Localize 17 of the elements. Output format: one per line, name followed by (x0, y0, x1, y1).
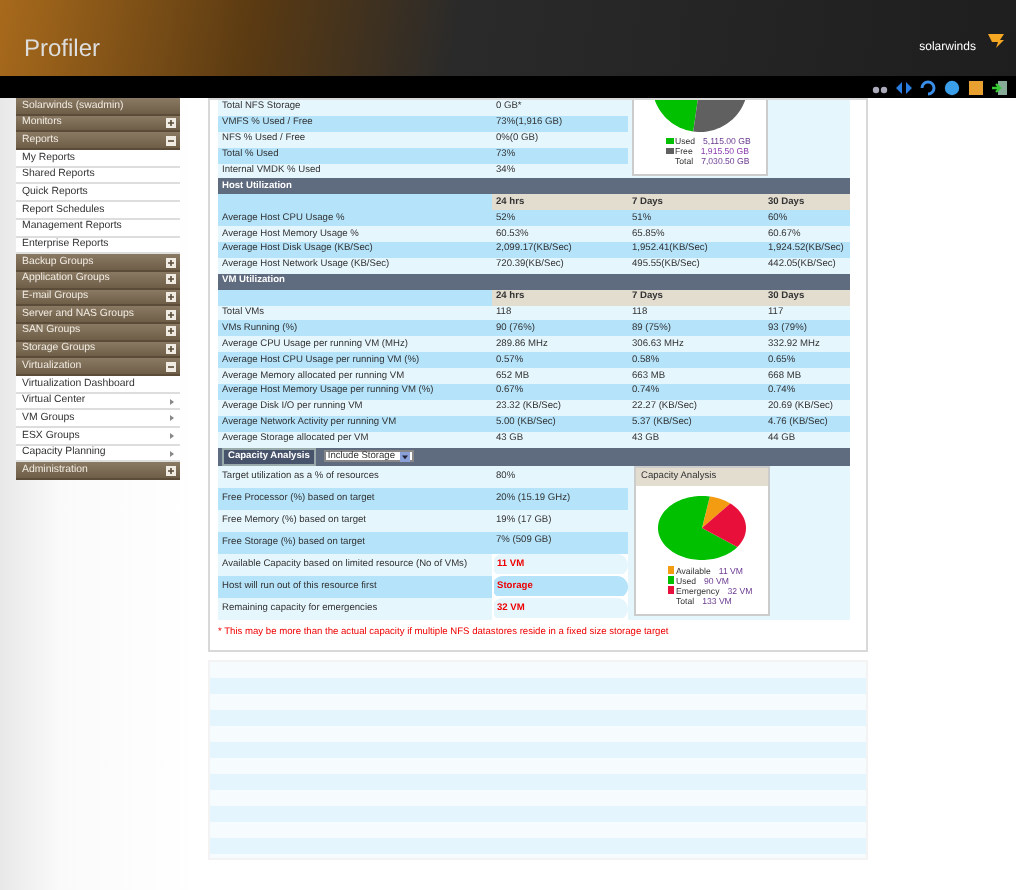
expand-icon[interactable] (166, 343, 176, 354)
expand-icon[interactable] (166, 465, 176, 476)
flag-logo-icon (988, 34, 1004, 48)
expand-icon[interactable] (166, 118, 176, 129)
expand-icon[interactable] (166, 257, 176, 268)
collapse-icon[interactable] (166, 361, 176, 372)
pie-slice (693, 100, 746, 132)
exit-icon[interactable] (992, 79, 1008, 95)
expand-icon[interactable] (166, 274, 176, 285)
collapse-icon[interactable] (166, 135, 176, 146)
caret-icon (399, 451, 409, 462)
app-title: Profiler (22, 32, 101, 66)
expand-icon[interactable] (166, 309, 176, 320)
expand-icon[interactable] (166, 291, 176, 302)
pie-slice (654, 100, 698, 132)
refresh-icon[interactable] (920, 79, 936, 95)
expand-icon[interactable] (166, 326, 176, 337)
